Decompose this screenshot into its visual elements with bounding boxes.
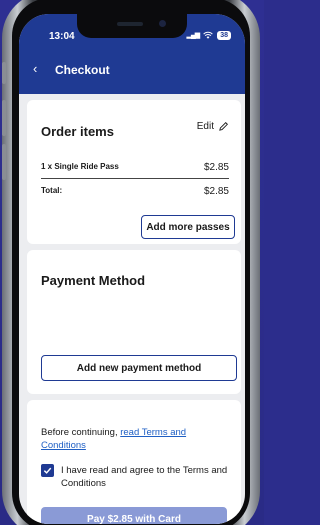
- status-time: 13:04: [49, 31, 75, 42]
- speaker: [117, 22, 143, 26]
- order-items-heading: Order items: [41, 124, 114, 139]
- front-camera: [159, 20, 166, 27]
- edit-button[interactable]: Edit: [197, 121, 229, 132]
- add-payment-method-button[interactable]: Add new payment method: [41, 355, 237, 381]
- item-price: $2.85: [203, 162, 229, 173]
- edit-label: Edit: [196, 121, 214, 132]
- volume-up-button: [2, 100, 6, 136]
- divider: [41, 178, 229, 179]
- volume-down-button: [2, 144, 6, 180]
- agree-terms-checkbox[interactable]: [41, 464, 54, 477]
- mute-switch: [2, 62, 6, 84]
- battery-icon: 38: [217, 30, 231, 40]
- total-label: Total:: [41, 186, 63, 195]
- wifi-icon: [203, 31, 213, 39]
- stage: 13:04 ▂▄▆ 38 ‹ Checkout Order items Edit: [0, 0, 264, 525]
- page-title: Checkout: [55, 63, 110, 77]
- pay-with-card-button[interactable]: Pay $2.85 with Card: [41, 507, 227, 524]
- pencil-icon: [219, 122, 228, 131]
- cellular-signal-icon: ▂▄▆: [186, 32, 200, 39]
- terms-card: Before continuing, read Terms and Condit…: [27, 400, 241, 524]
- add-more-passes-button[interactable]: Add more passes: [141, 215, 235, 239]
- payment-method-card: Payment Method Add new payment method: [27, 250, 241, 394]
- terms-notice-text: Before continuing,: [41, 427, 118, 438]
- order-total: Total: $2.85: [41, 186, 229, 197]
- agree-terms-label[interactable]: I have read and agree to the Terms and C…: [61, 464, 231, 490]
- notch: [77, 14, 187, 38]
- payment-method-heading: Payment Method: [41, 273, 146, 288]
- phone-screen: 13:04 ▂▄▆ 38 ‹ Checkout Order items Edit: [19, 14, 245, 524]
- terms-notice: Before continuing, read Terms and Condit…: [41, 426, 231, 452]
- checkmark-icon: [43, 467, 52, 474]
- status-icons: ▂▄▆ 38: [186, 30, 231, 40]
- order-items-card: Order items Edit 1 x Single Ride Pass $2…: [27, 100, 241, 244]
- item-label: 1 x Single Ride Pass: [41, 162, 119, 171]
- order-line-item: 1 x Single Ride Pass $2.85: [41, 162, 229, 173]
- back-button[interactable]: ‹: [33, 62, 37, 76]
- total-price: $2.85: [203, 186, 229, 197]
